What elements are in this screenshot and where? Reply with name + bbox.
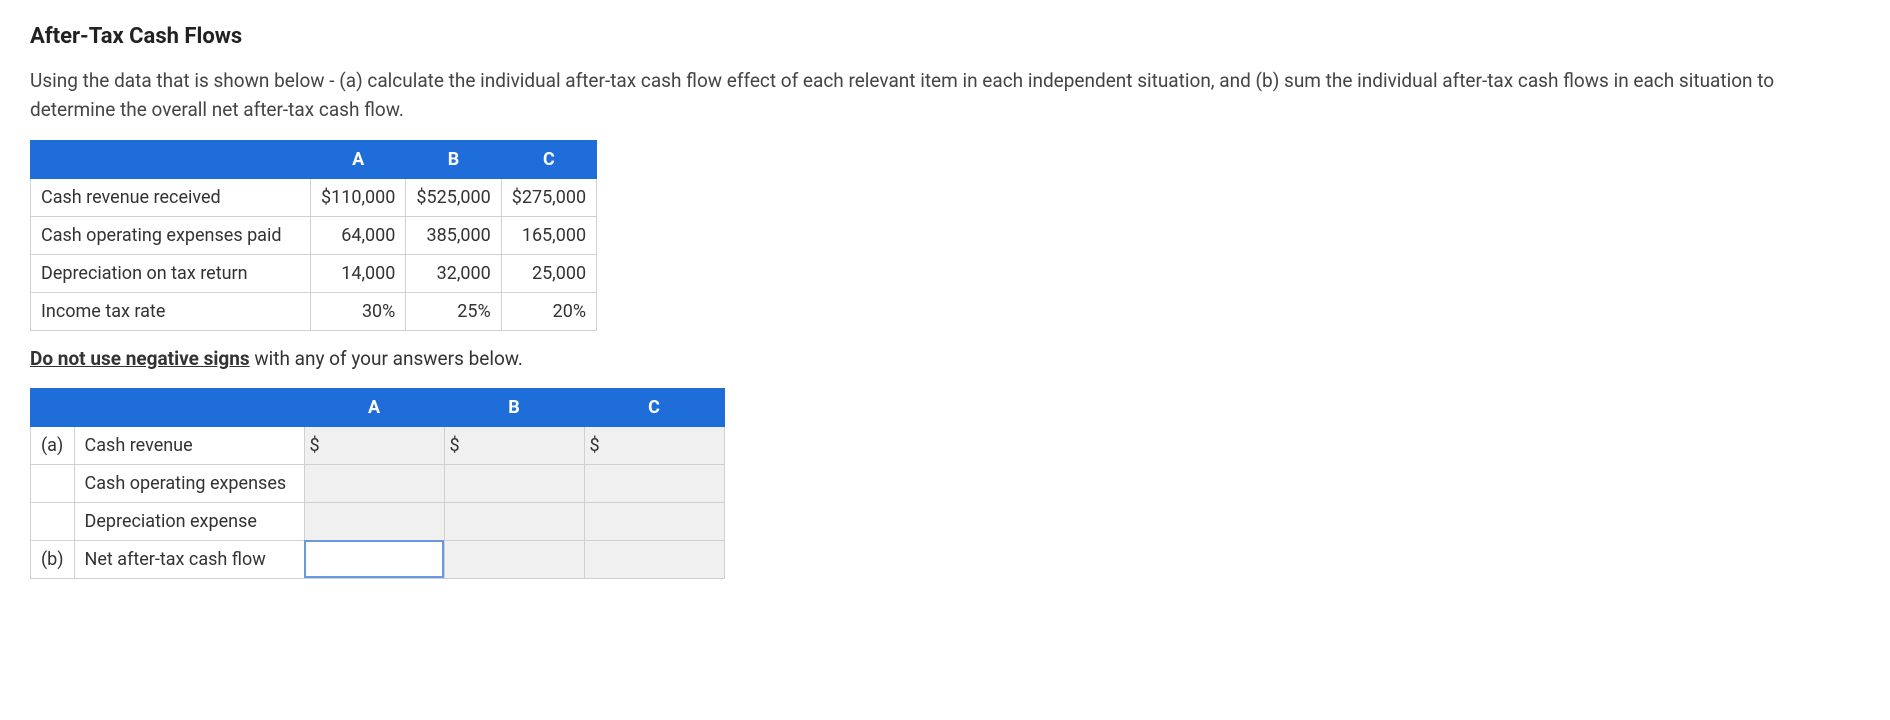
table-row: Cash revenue received $110,000 $525,000 … [31, 179, 597, 217]
table-row: Cash operating expenses paid 64,000 385,… [31, 217, 597, 255]
table-row: Income tax rate 30% 25% 20% [31, 293, 597, 331]
cell-value: 30% [311, 293, 406, 331]
answer-header-c: C [584, 388, 724, 426]
answer-input-cell-focused[interactable] [304, 540, 444, 578]
currency-symbol: $ [450, 432, 460, 459]
answer-input-cell[interactable] [304, 502, 444, 540]
cell-value: $275,000 [501, 179, 596, 217]
cell-value: 32,000 [406, 255, 501, 293]
data-header-a: A [311, 141, 406, 179]
answer-input-cell[interactable]: $ [444, 426, 584, 464]
answer-input-cell[interactable] [444, 540, 584, 578]
table-row: Cash operating expenses [31, 464, 725, 502]
answer-header-b: B [444, 388, 584, 426]
cell-value: $110,000 [311, 179, 406, 217]
answer-header-blank [74, 388, 304, 426]
table-row: (a) Cash revenue $ $ $ [31, 426, 725, 464]
answer-input-cell[interactable] [584, 502, 724, 540]
row-label: Cash operating expenses [74, 464, 304, 502]
data-header-c: C [501, 141, 596, 179]
cell-value: 25,000 [501, 255, 596, 293]
part-label: (b) [31, 540, 75, 578]
cell-value: $525,000 [406, 179, 501, 217]
table-row: Depreciation expense [31, 502, 725, 540]
answer-header-a: A [304, 388, 444, 426]
answer-input-cell[interactable] [584, 464, 724, 502]
data-table: A B C Cash revenue received $110,000 $52… [30, 140, 597, 331]
row-label: Depreciation expense [74, 502, 304, 540]
answer-input[interactable] [310, 552, 410, 570]
part-label: (a) [31, 426, 75, 464]
cell-value: 25% [406, 293, 501, 331]
part-label [31, 502, 75, 540]
cell-value: 14,000 [311, 255, 406, 293]
answer-input-cell[interactable] [304, 464, 444, 502]
cell-value: 20% [501, 293, 596, 331]
row-label: Cash revenue [74, 426, 304, 464]
answer-input-cell[interactable]: $ [304, 426, 444, 464]
currency-symbol: $ [590, 432, 600, 459]
instruction-rest: with any of your answers below. [250, 347, 523, 370]
cell-value: 165,000 [501, 217, 596, 255]
currency-symbol: $ [310, 432, 320, 459]
cell-value: 385,000 [406, 217, 501, 255]
row-label: Cash revenue received [31, 179, 311, 217]
answer-input-cell[interactable] [444, 502, 584, 540]
answer-input-cell[interactable]: $ [584, 426, 724, 464]
part-label [31, 464, 75, 502]
row-label: Net after-tax cash flow [74, 540, 304, 578]
row-label: Cash operating expenses paid [31, 217, 311, 255]
answer-table: A B C (a) Cash revenue $ $ $ Cash operat… [30, 388, 725, 579]
page-title: After-Tax Cash Flows [30, 20, 1860, 53]
cell-value: 64,000 [311, 217, 406, 255]
data-header-b: B [406, 141, 501, 179]
instruction-text: Do not use negative signs with any of yo… [30, 345, 1860, 374]
answer-input-cell[interactable] [444, 464, 584, 502]
answer-header-blank [31, 388, 75, 426]
row-label: Depreciation on tax return [31, 255, 311, 293]
table-row: Depreciation on tax return 14,000 32,000… [31, 255, 597, 293]
row-label: Income tax rate [31, 293, 311, 331]
data-header-blank [31, 141, 311, 179]
table-row: (b) Net after-tax cash flow [31, 540, 725, 578]
instruction-bold: Do not use negative signs [30, 347, 250, 370]
problem-description: Using the data that is shown below - (a)… [30, 67, 1860, 124]
answer-input-cell[interactable] [584, 540, 724, 578]
